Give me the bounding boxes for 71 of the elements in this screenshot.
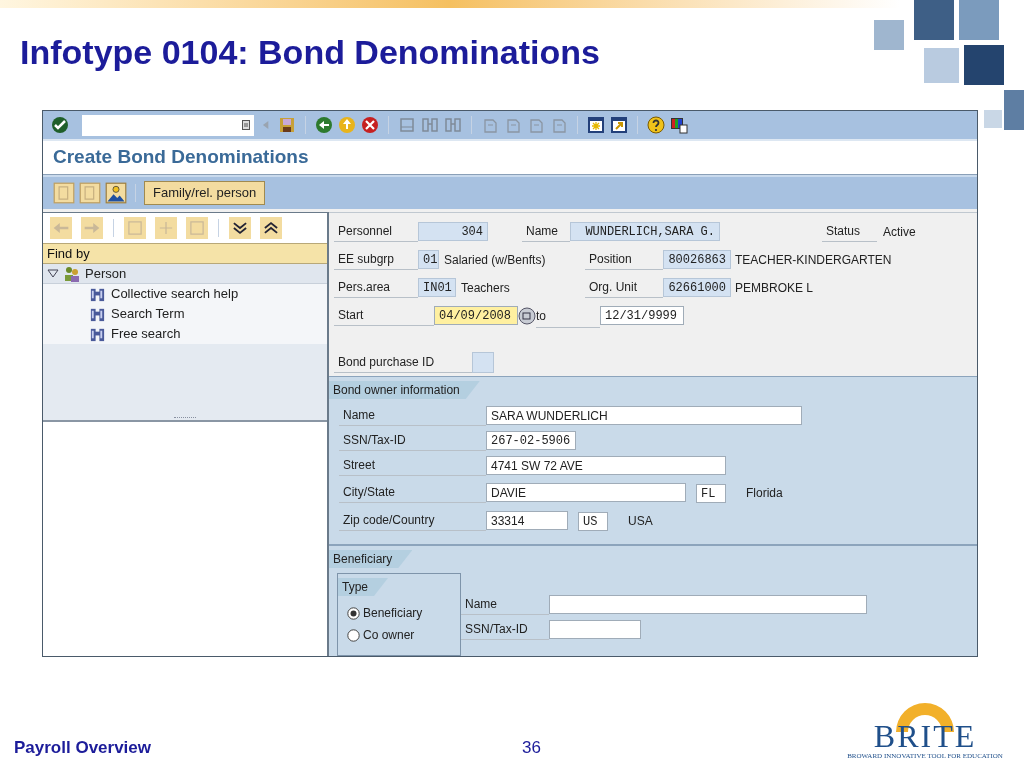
clipboard-icon: [242, 120, 250, 130]
find-by-header: Find by: [43, 243, 327, 264]
screen-title: Create Bond Denominations: [53, 145, 309, 170]
tree-item[interactable]: Search Term: [43, 304, 327, 324]
command-field[interactable]: [82, 114, 254, 136]
field-text: USA: [628, 514, 653, 528]
page-icon[interactable]: [481, 116, 499, 134]
org-unit-code: 62661000: [663, 277, 731, 297]
radio-icon[interactable]: [347, 628, 360, 642]
cancel-icon[interactable]: [361, 116, 379, 134]
monitor-icon[interactable]: [670, 116, 688, 134]
chevron-down-icon[interactable]: [226, 217, 254, 239]
end-date-field[interactable]: 12/31/9999: [600, 306, 684, 325]
page-icon[interactable]: [504, 116, 522, 134]
tree-node[interactable]: Person: [43, 264, 327, 284]
enter-icon[interactable]: [51, 116, 69, 134]
status-value: Active: [883, 225, 916, 239]
owner-field[interactable]: 4741 SW 72 AVE: [486, 456, 726, 475]
page-icon[interactable]: [527, 116, 545, 134]
field-text: to: [536, 309, 546, 323]
employee-name: WUNDERLICH,SARA G.: [570, 221, 720, 241]
exit-icon[interactable]: [338, 116, 356, 134]
start-date-field[interactable]: 04/09/2008: [434, 306, 518, 325]
arrow-left-icon[interactable]: [47, 217, 75, 239]
code-field[interactable]: US: [578, 512, 608, 531]
tree-item[interactable]: Collective search help: [43, 284, 327, 304]
owner-field[interactable]: SARA WUNDERLICH: [486, 406, 802, 425]
radio-option[interactable]: Co owner: [347, 626, 460, 644]
binoculars-icon[interactable]: [421, 116, 439, 134]
page-icon[interactable]: [550, 116, 568, 134]
expand-triangle-icon[interactable]: [47, 268, 59, 279]
chevron-up-icon[interactable]: [257, 217, 285, 239]
tree-item[interactable]: Free search: [43, 324, 327, 344]
owner-field[interactable]: 33314: [486, 510, 568, 530]
owner-field[interactable]: DAVIE: [486, 482, 686, 502]
field-text: Florida: [746, 486, 783, 500]
binoculars-icon[interactable]: [444, 116, 462, 134]
area-code: IN01: [418, 277, 456, 297]
radio-option[interactable]: Beneficiary: [347, 604, 460, 622]
person-landscape-icon[interactable]: [105, 182, 127, 204]
page-number: 36: [522, 736, 541, 759]
field-text: Teachers: [461, 281, 510, 295]
bond-purchase-id-field[interactable]: [472, 352, 494, 373]
help-icon[interactable]: [647, 116, 665, 134]
calendar-icon[interactable]: [518, 306, 536, 325]
people-icon: [63, 264, 81, 283]
family-person-button[interactable]: Family/rel. person: [144, 181, 266, 205]
position-code: 80026863: [663, 249, 731, 269]
radio-icon[interactable]: [347, 606, 360, 620]
field-text: Salaried (w/Benfts): [444, 253, 546, 267]
group-title: Type: [338, 578, 388, 596]
code-field[interactable]: FL: [696, 484, 726, 503]
subgroup-code: 01: [418, 249, 439, 269]
group-title: Bond owner information: [329, 381, 480, 399]
beneficiary-field[interactable]: [549, 595, 867, 614]
owner-field[interactable]: 267-02-5906: [486, 431, 576, 450]
footer-title: Payroll Overview: [14, 736, 153, 759]
personnel-number: 304: [418, 221, 488, 241]
field-label: Status: [822, 220, 877, 242]
back-icon[interactable]: [315, 116, 333, 134]
previous-page-icon[interactable]: [53, 182, 75, 204]
slide-title: Infotype 0104: Bond Denominations: [20, 32, 601, 73]
new-session-icon[interactable]: [587, 116, 605, 134]
beneficiary-field[interactable]: [549, 620, 641, 639]
field-text: PEMBROKE L: [735, 281, 814, 295]
shortcut-icon[interactable]: [610, 116, 628, 134]
field-text: TEACHER-KINDERGARTEN: [735, 253, 892, 267]
splitter-handle[interactable]: [174, 417, 196, 418]
arrow-right-icon[interactable]: [78, 217, 106, 239]
tree-label: Person: [85, 264, 127, 283]
group-title: Beneficiary: [329, 550, 413, 568]
